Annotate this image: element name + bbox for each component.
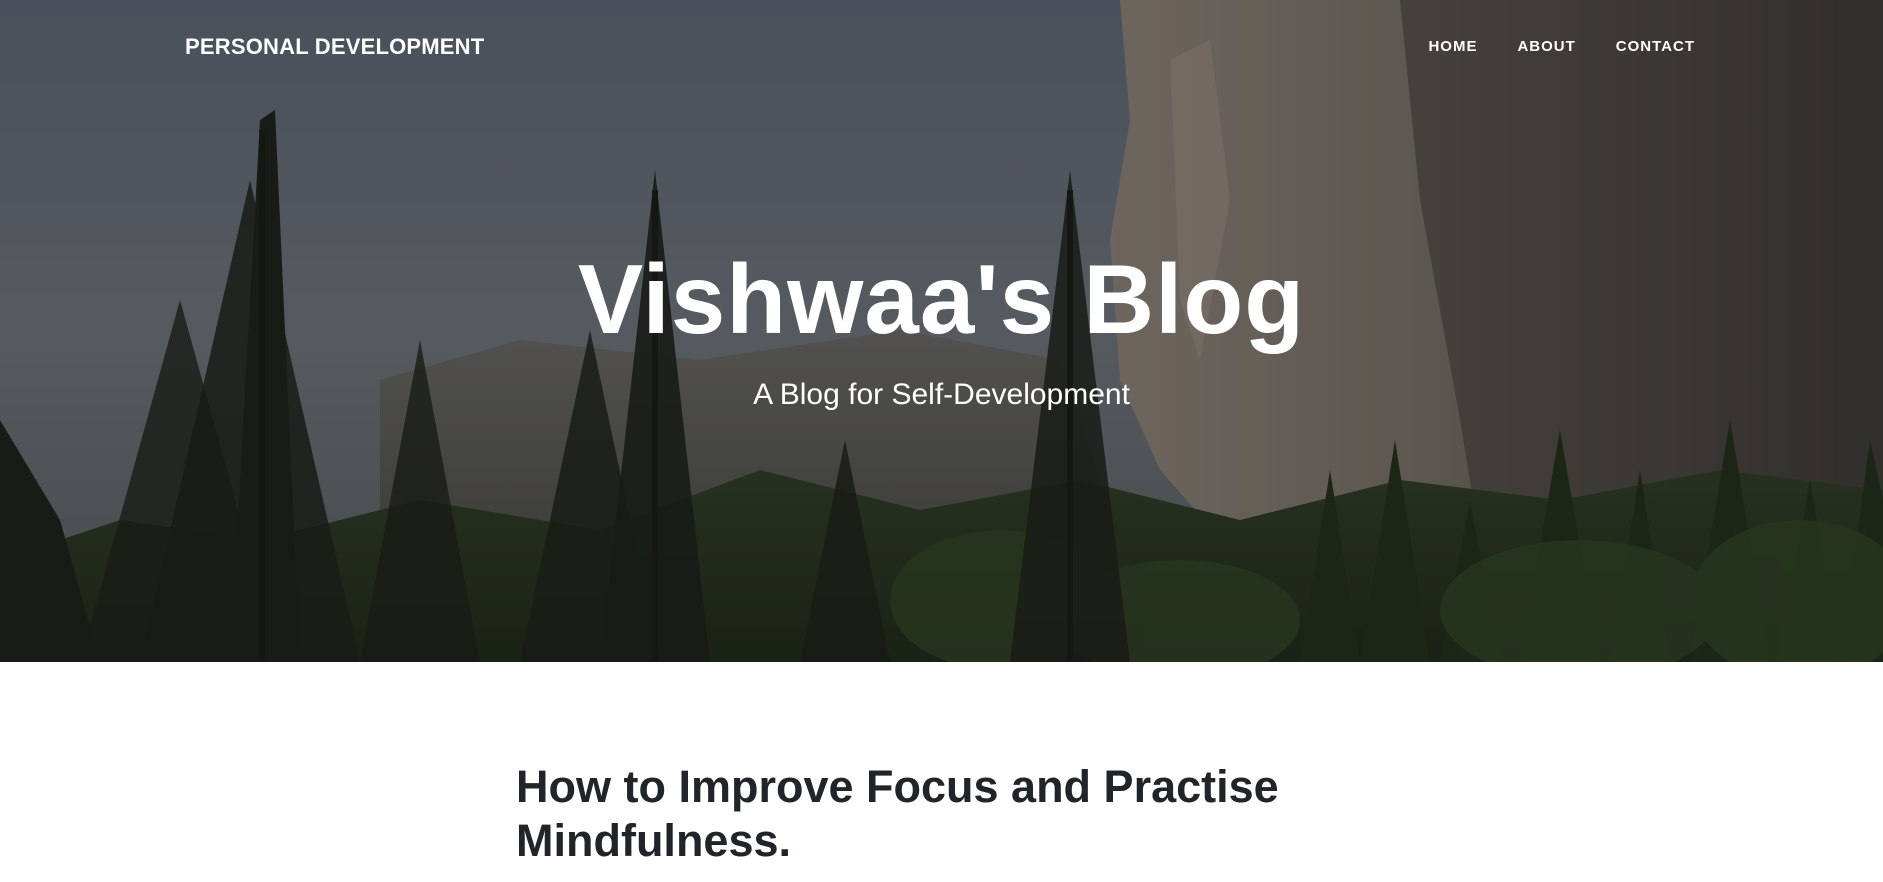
nav-link-about[interactable]: ABOUT	[1517, 38, 1575, 55]
nav-link-contact[interactable]: CONTACT	[1616, 38, 1695, 55]
site-heading: Vishwaa's Blog	[577, 244, 1306, 354]
post-title[interactable]: How to Improve Focus and Practise Mindfu…	[516, 760, 1416, 868]
brand-link[interactable]: PERSONAL DEVELOPMENT	[185, 34, 484, 60]
main-nav: HOME ABOUT CONTACT	[1428, 38, 1695, 55]
site-subheading: A Blog for Self-Development	[753, 378, 1130, 411]
hero-header: PERSONAL DEVELOPMENT HOME ABOUT CONTACT …	[0, 0, 1883, 662]
nav-link-home[interactable]: HOME	[1428, 38, 1477, 55]
